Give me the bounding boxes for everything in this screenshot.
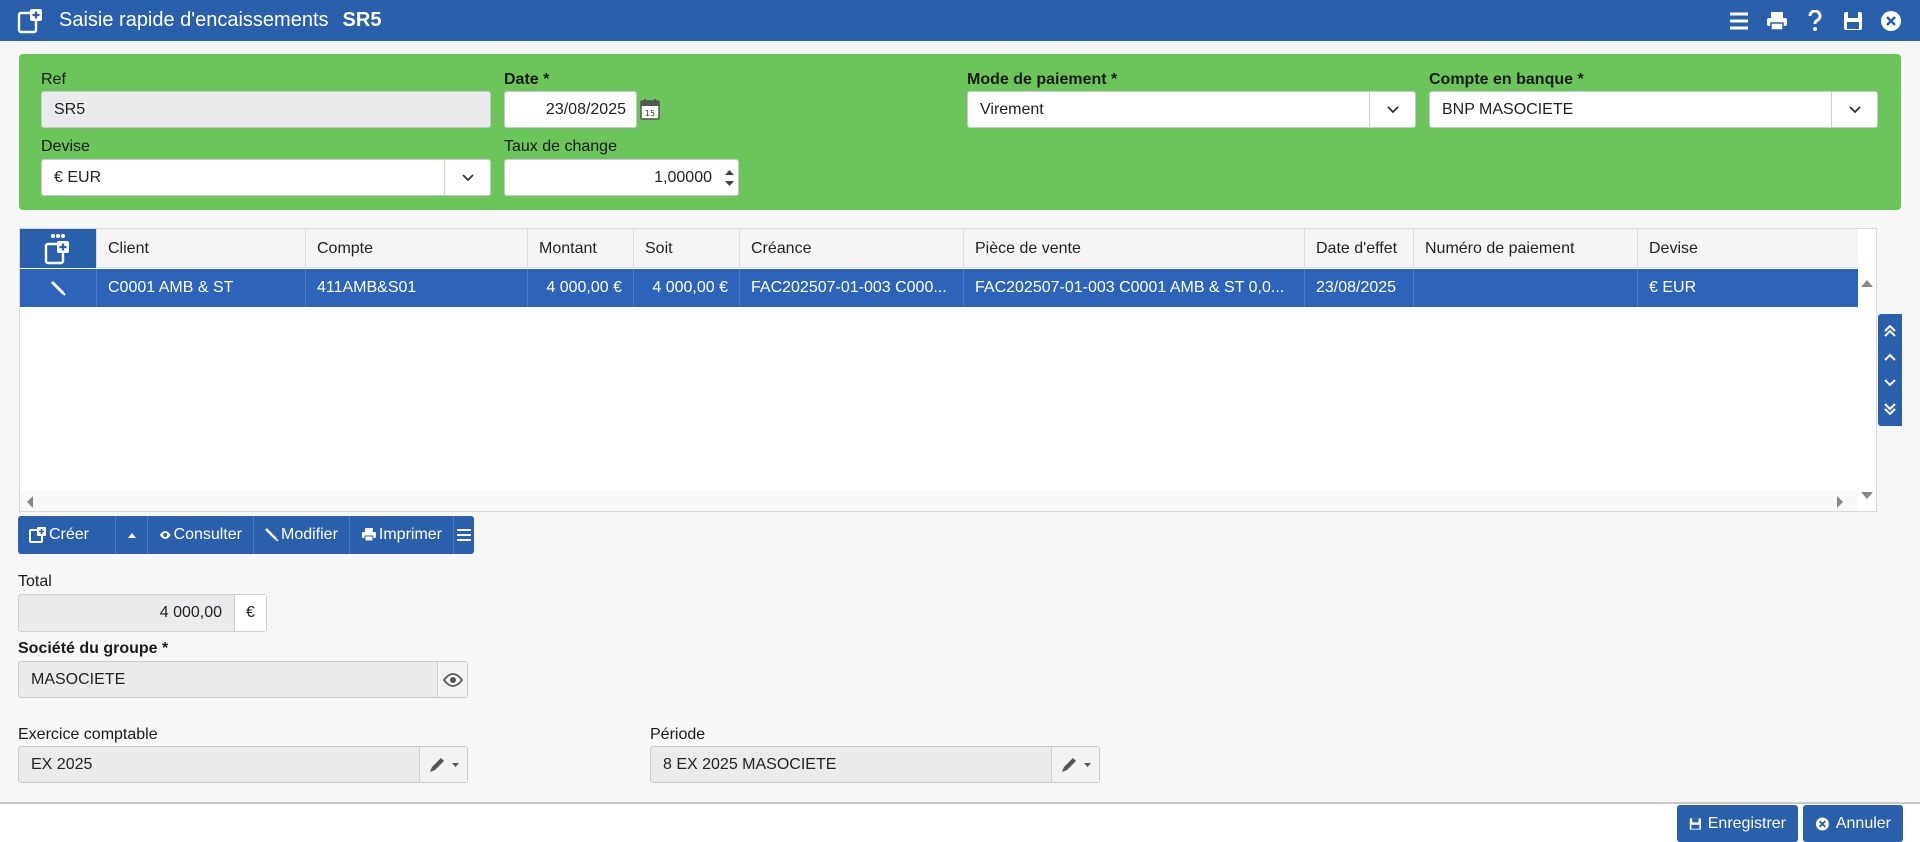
total-value: 4 000,00 [159,604,222,621]
mode-paiement-select[interactable]: Virement [967,91,1416,128]
title-bar: Saisie rapide d'encaissements SR5 [0,0,1920,41]
scroll-up-arrow[interactable] [1860,275,1874,289]
chevron-down-icon[interactable] [1831,92,1877,127]
save-button[interactable]: Enregistrer [1677,805,1798,842]
chevron-down-icon[interactable] [1369,92,1415,127]
devise-label: Devise [41,138,90,155]
periode-label: Période [650,726,706,743]
periode-field: 8 EX 2025 MASOCIETE [650,746,1100,783]
societe-field: MASOCIETE [18,661,468,698]
column-header[interactable]: Numéro de paiement [1414,229,1638,268]
column-header[interactable]: Devise [1638,229,1857,268]
consult-button[interactable]: Consulter [148,516,254,554]
save-label: Enregistrer [1707,814,1786,832]
previous-row-icon[interactable] [1880,346,1900,368]
cell-soit: 4 000,00 € [634,269,740,307]
horizontal-scrollbar[interactable] [20,491,1858,511]
cell-devise: € EUR [1649,279,1697,296]
more-actions-button[interactable] [454,516,474,554]
total-label: Total [18,573,52,590]
consult-label: Consulter [173,526,242,543]
date-field[interactable]: 23/08/2025 [504,91,637,128]
cell-numero-paiement [1414,269,1638,307]
add-row-button[interactable] [20,229,97,268]
help-icon[interactable] [1800,6,1830,36]
footer-bar [0,802,1920,842]
payments-grid: Client Compte Montant Soit Créance Pièce… [19,228,1877,512]
window-title: Saisie rapide d'encaissements [59,9,329,31]
ref-field: SR5 [41,91,491,128]
exercice-label: Exercice comptable [18,726,158,743]
table-row[interactable]: C0001 AMB & ST 411AMB&S01 4 000,00 € 4 0… [20,269,1858,307]
cell-piece-vente: FAC202507-01-003 C0001 AMB & ST 0,0... [964,269,1305,307]
number-stepper[interactable] [720,160,738,195]
svg-text:15: 15 [645,109,655,118]
menu-icon[interactable] [1724,6,1754,36]
row-navigation [1878,314,1902,426]
window-ref: SR5 [342,9,382,31]
scroll-down-arrow[interactable] [1860,488,1874,506]
print-label: Imprimer [378,526,442,543]
cancel-button[interactable]: Annuler [1803,805,1903,842]
column-header[interactable]: Montant [528,229,634,268]
cell-date-effet: 23/08/2025 [1305,269,1414,307]
print-button[interactable]: Imprimer [350,516,454,554]
cell-client: C0001 AMB & ST [97,269,306,307]
next-row-icon[interactable] [1880,372,1900,394]
modify-label: Modifier [281,526,338,543]
edit-pencil-icon[interactable] [1051,747,1099,782]
taux-change-field[interactable]: 1,00000 [504,159,739,196]
grid-toolbar: Créer Consulter Modifier Imprimer [18,516,474,554]
scroll-left-arrow[interactable] [26,495,34,513]
pencil-icon[interactable] [20,269,97,307]
chevron-down-icon[interactable] [444,160,490,195]
date-label: Date * [504,71,550,88]
cell-montant: 4 000,00 € [528,269,634,307]
exercice-field: EX 2025 [18,746,468,783]
column-header[interactable]: Compte [306,229,528,268]
create-button[interactable]: Créer [18,516,116,554]
societe-label: Société du groupe * [18,640,169,657]
compte-banque-label: Compte en banque * [1429,71,1584,88]
mode-paiement-label: Mode de paiement * [967,71,1118,88]
add-document-icon [15,6,45,36]
ref-label: Ref [41,71,66,88]
save-icon[interactable] [1838,6,1868,36]
create-dropdown-button[interactable] [116,516,148,554]
scroll-right-arrow[interactable] [1836,495,1844,513]
cell-creance: FAC202507-01-003 C000... [740,269,964,307]
column-header[interactable]: Soit [634,229,740,268]
title-actions [1724,0,1906,41]
compte-banque-select[interactable]: BNP MASOCIETE [1429,91,1878,128]
print-icon[interactable] [1762,6,1792,36]
cell-compte: 411AMB&S01 [306,269,528,307]
taux-change-label: Taux de change [504,138,617,155]
modify-button[interactable]: Modifier [254,516,350,554]
column-header[interactable]: Date d'effet [1305,229,1414,268]
eye-icon[interactable] [437,662,467,697]
column-header[interactable]: Client [97,229,306,268]
column-header[interactable]: Pièce de vente [964,229,1305,268]
column-header[interactable]: Créance [740,229,964,268]
edit-pencil-icon[interactable] [419,747,467,782]
total-currency: € [234,595,266,631]
cancel-label: Annuler [1835,814,1891,832]
last-row-icon[interactable] [1880,398,1900,420]
total-field: 4 000,00 € [18,594,267,632]
grid-header: Client Compte Montant Soit Créance Pièce… [20,229,1858,268]
create-label: Créer [49,526,90,543]
first-row-icon[interactable] [1880,320,1900,342]
calendar-icon[interactable]: 15 [639,94,661,124]
close-icon[interactable] [1876,6,1906,36]
devise-select[interactable]: € EUR [41,159,491,196]
